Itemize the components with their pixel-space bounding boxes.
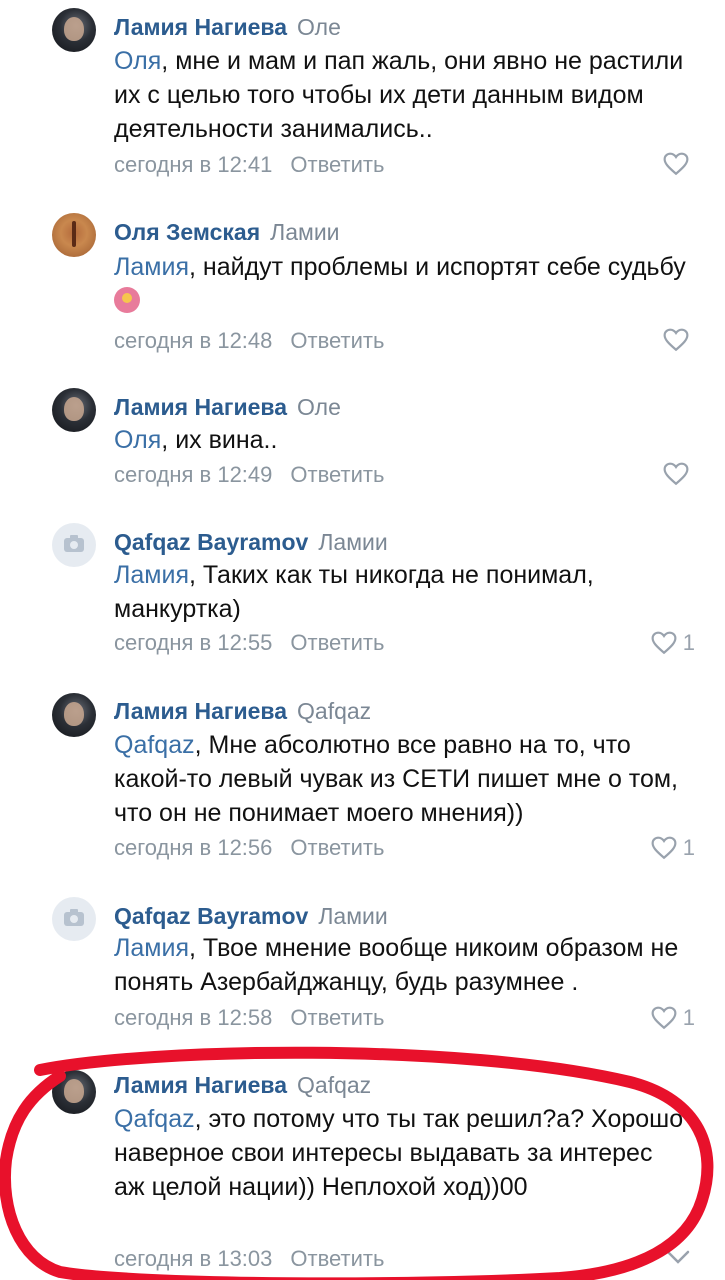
reply-to: Оле <box>297 394 341 420</box>
comment-body: , Твое мнение вообще никоим образом не п… <box>114 934 679 996</box>
comment-meta: сегодня в 12:58 Ответить <box>114 1005 384 1031</box>
reply-to: Ламии <box>318 529 388 555</box>
avatar[interactable] <box>52 8 96 52</box>
reply-to: Оле <box>297 14 341 40</box>
heart-icon <box>663 152 689 176</box>
like-count: 1 <box>682 1005 695 1030</box>
comment: Qafqaz Bayramov Ламии Ламия, Твое мнение … <box>0 895 725 1045</box>
author-name[interactable]: Оля Земская <box>114 219 260 245</box>
heart-icon <box>651 631 677 655</box>
like-button[interactable]: 1 <box>651 1005 695 1031</box>
comment-header: Оля Земская Ламии <box>114 219 340 246</box>
comment-body: , их вина.. <box>161 426 278 454</box>
mention-link[interactable]: Ламия <box>114 934 189 962</box>
heart-icon <box>663 328 689 352</box>
author-name[interactable]: Ламия Нагиева <box>114 394 287 420</box>
reply-button[interactable]: Ответить <box>290 835 384 860</box>
avatar[interactable] <box>52 523 96 567</box>
reply-to: Ламии <box>318 903 388 929</box>
reply-button[interactable]: Ответить <box>290 328 384 353</box>
comment-text: Ламия, Таких как ты никогда не понимал, … <box>114 558 695 626</box>
comment: Оля Земская Ламии Ламия, найдут проблемы … <box>0 210 725 380</box>
reply-to: Qafqaz <box>297 698 372 724</box>
avatar[interactable] <box>52 213 96 257</box>
author-name[interactable]: Ламия Нагиева <box>114 1072 287 1098</box>
comment-text: Оля, их вина.. <box>114 423 695 457</box>
reply-button[interactable]: Ответить <box>290 1005 384 1030</box>
mention-link[interactable]: Qafqaz <box>114 1105 195 1133</box>
comment-meta: сегодня в 12:41 Ответить <box>114 152 384 178</box>
comment-meta: сегодня в 12:48 Ответить <box>114 328 384 354</box>
comment-text: Ламия, Твое мнение вообще никоим образом… <box>114 931 695 999</box>
comment-header: Qafqaz Bayramov Ламии <box>114 529 388 556</box>
comment-meta: сегодня в 13:03 Ответить <box>114 1246 384 1272</box>
mention-link[interactable]: Оля <box>114 47 161 75</box>
timestamp: сегодня в 12:48 <box>114 328 273 353</box>
comment-body: , найдут проблемы и испортят себе судьбу <box>189 253 686 281</box>
shrug-emoji-icon <box>114 287 140 313</box>
reply-to: Qafqaz <box>297 1072 372 1098</box>
comment: Ламия Нагиева Оле Оля, их вина.. сегодня … <box>0 385 725 495</box>
mention-link[interactable]: Оля <box>114 426 161 454</box>
timestamp: сегодня в 12:41 <box>114 152 273 177</box>
timestamp: сегодня в 12:56 <box>114 835 273 860</box>
heart-icon <box>651 1006 677 1030</box>
comment-header: Ламия Нагиева Оле <box>114 14 341 41</box>
camera-icon <box>64 909 84 926</box>
avatar[interactable] <box>52 1070 96 1114</box>
like-count: 1 <box>682 835 695 860</box>
comment-text: Qafqaz, это потому что ты так решил?а? Х… <box>114 1102 685 1204</box>
comment-meta: сегодня в 12:55 Ответить <box>114 630 384 656</box>
author-name[interactable]: Qafqaz Bayramov <box>114 529 308 555</box>
heart-icon <box>651 836 677 860</box>
comment: Qafqaz Bayramov Ламии Ламия, Таких как ты… <box>0 520 725 670</box>
comment-text: Qafqaz, Мне абсолютно все равно на то, ч… <box>114 728 695 830</box>
heart-icon <box>663 462 689 486</box>
like-button[interactable] <box>663 328 695 352</box>
like-button[interactable] <box>663 152 695 176</box>
comment-body: , это потому что ты так решил?а? Хорошо … <box>114 1105 684 1201</box>
comment-header: Ламия Нагиева Qafqaz <box>114 1072 371 1099</box>
timestamp: сегодня в 13:03 <box>114 1246 273 1271</box>
comment-text: Оля, мне и мам и пап жаль, они явно не р… <box>114 44 695 146</box>
reply-button[interactable]: Ответить <box>290 630 384 655</box>
timestamp: сегодня в 12:58 <box>114 1005 273 1030</box>
reply-to: Ламии <box>270 219 340 245</box>
comment: Ламия Нагиева Оле Оля, мне и мам и пап жа… <box>0 0 725 190</box>
avatar[interactable] <box>52 693 96 737</box>
avatar[interactable] <box>52 897 96 941</box>
comment-header: Ламия Нагиева Оле <box>114 394 341 421</box>
chevron-down-icon[interactable] <box>663 1240 693 1270</box>
comment-header: Qafqaz Bayramov Ламии <box>114 903 388 930</box>
mention-link[interactable]: Ламия <box>114 253 189 281</box>
comment-meta: сегодня в 12:49 Ответить <box>114 462 384 488</box>
comment-body: , мне и мам и пап жаль, они явно не раст… <box>114 47 684 143</box>
comment-text: Ламия, найдут проблемы и испортят себе с… <box>114 250 695 318</box>
like-count: 1 <box>682 630 695 655</box>
mention-link[interactable]: Qafqaz <box>114 731 195 759</box>
mention-link[interactable]: Ламия <box>114 561 189 589</box>
comment-meta: сегодня в 12:56 Ответить <box>114 835 384 861</box>
like-button[interactable]: 1 <box>651 835 695 861</box>
comment-body: , Мне абсолютно все равно на то, что как… <box>114 731 679 827</box>
like-button[interactable]: 1 <box>651 630 695 656</box>
comment: Ламия Нагиева Qafqaz Qafqaz, это потому ч… <box>0 1068 725 1280</box>
comment: Ламия Нагиева Qafqaz Qafqaz, Мне абсолютн… <box>0 690 725 870</box>
avatar[interactable] <box>52 388 96 432</box>
timestamp: сегодня в 12:55 <box>114 630 273 655</box>
author-name[interactable]: Qafqaz Bayramov <box>114 903 308 929</box>
camera-icon <box>64 535 84 552</box>
reply-button[interactable]: Ответить <box>290 1246 384 1271</box>
timestamp: сегодня в 12:49 <box>114 462 273 487</box>
author-name[interactable]: Ламия Нагиева <box>114 698 287 724</box>
like-button[interactable] <box>663 462 695 486</box>
reply-button[interactable]: Ответить <box>290 462 384 487</box>
author-name[interactable]: Ламия Нагиева <box>114 14 287 40</box>
comment-header: Ламия Нагиева Qafqaz <box>114 698 371 725</box>
reply-button[interactable]: Ответить <box>290 152 384 177</box>
